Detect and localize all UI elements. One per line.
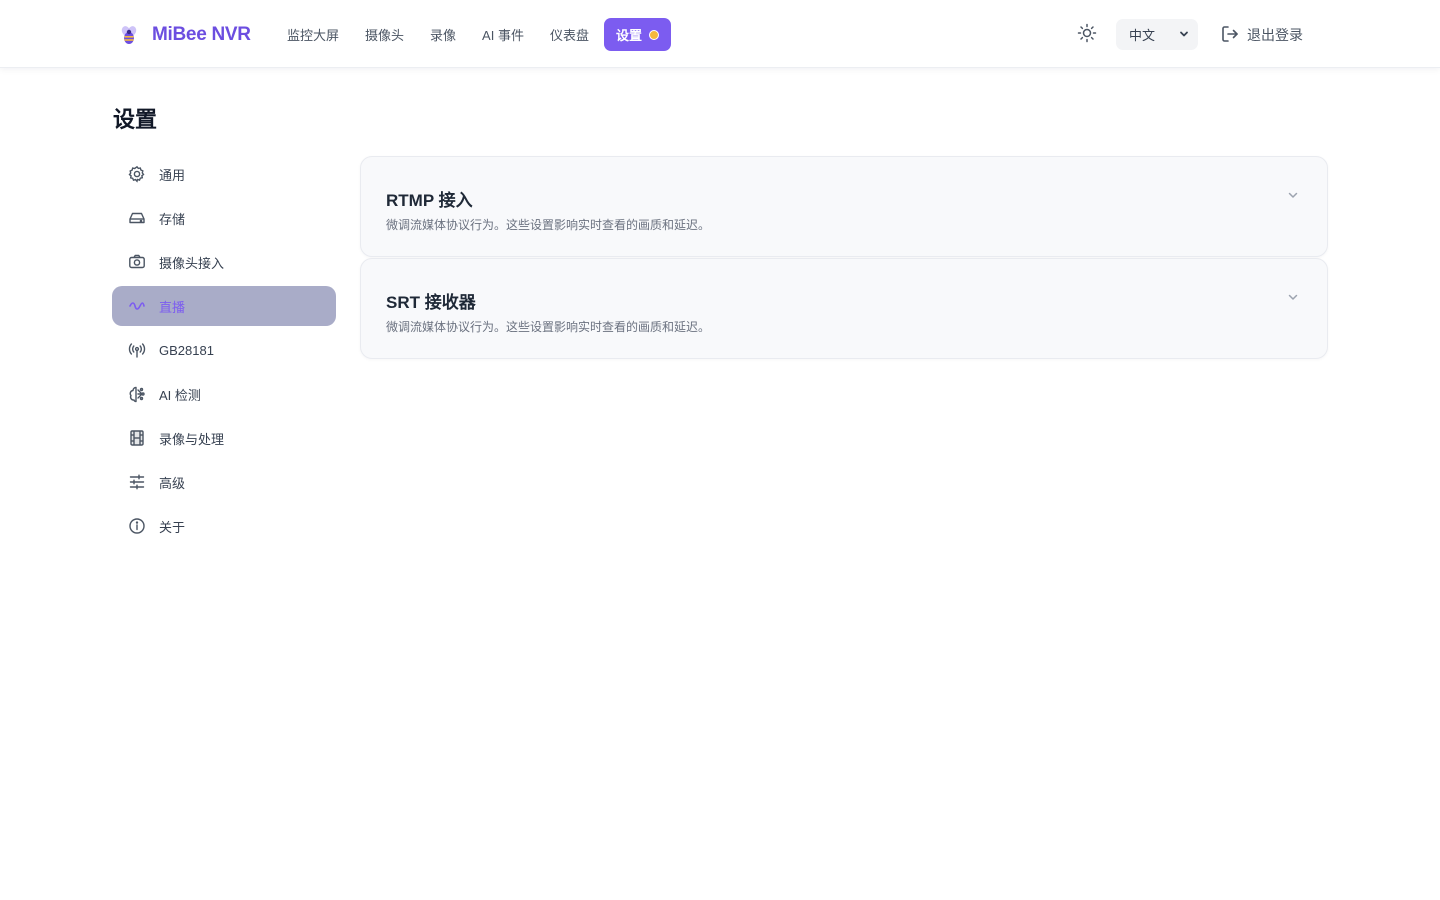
- logout-label: 退出登录: [1247, 27, 1303, 43]
- camera-icon: [127, 252, 147, 272]
- panel-title: SRT 接收器: [386, 293, 476, 312]
- nav-item-label: 仪表盘: [549, 28, 589, 43]
- panel-description: 微调流媒体协议行为。这些设置影响实时查看的画质和延迟。: [386, 218, 711, 232]
- nav-item-label: 录像: [430, 28, 457, 43]
- film-icon: [127, 428, 147, 448]
- chevron-down-icon: [1179, 27, 1189, 42]
- sidebar-item-label: 摄像头接入: [159, 255, 225, 271]
- nav-item-dashboard[interactable]: 仪表盘: [539, 18, 600, 51]
- bee-logo-icon: [116, 22, 142, 48]
- nav-item-label: 摄像头: [365, 28, 405, 43]
- logout-icon: [1220, 24, 1240, 47]
- logout-button[interactable]: 退出登录: [1220, 20, 1303, 50]
- hard-drive-icon: [127, 208, 147, 228]
- rtmp-ingest-panel[interactable]: RTMP 接入 微调流媒体协议行为。这些设置影响实时查看的画质和延迟。: [360, 156, 1328, 257]
- ai-brain-icon: [127, 384, 147, 404]
- top-navbar: MiBee NVR 监控大屏 摄像头 录像 AI 事件 仪表盘 设置 中文 退出…: [0, 0, 1440, 68]
- nav-item-settings[interactable]: 设置: [603, 18, 671, 51]
- sidebar-item-ai-detection[interactable]: AI 检测: [112, 374, 336, 414]
- main-nav: 监控大屏 摄像头 录像 AI 事件 仪表盘 设置: [276, 18, 671, 51]
- nav-item-label: 设置: [615, 28, 642, 43]
- settings-sidebar: 通用 存储 摄像头接入 直播 GB28181 AI 检测 录像与处理 高级 关于: [112, 154, 336, 550]
- panel-description: 微调流媒体协议行为。这些设置影响实时查看的画质和延迟。: [386, 320, 711, 334]
- nav-item-label: 监控大屏: [287, 28, 340, 43]
- sidebar-item-label: 存储: [159, 211, 186, 227]
- language-select[interactable]: 中文: [1116, 19, 1198, 50]
- sidebar-item-label: 录像与处理: [159, 431, 225, 447]
- theme-toggle-button[interactable]: [1074, 22, 1100, 48]
- sidebar-item-streaming[interactable]: 直播: [112, 286, 336, 326]
- srt-receiver-panel[interactable]: SRT 接收器 微调流媒体协议行为。这些设置影响实时查看的画质和延迟。: [360, 258, 1328, 359]
- page-title: 设置: [113, 107, 158, 132]
- sidebar-item-camera-access[interactable]: 摄像头接入: [112, 242, 336, 282]
- notification-dot: [648, 29, 659, 40]
- brand-name: MiBee NVR: [152, 24, 251, 45]
- sun-icon: [1077, 23, 1097, 48]
- language-select-value: 中文: [1129, 28, 1156, 43]
- sidebar-item-label: 通用: [159, 167, 186, 183]
- sidebar-item-gb28181[interactable]: GB28181: [112, 330, 336, 370]
- panel-title: RTMP 接入: [386, 191, 473, 210]
- sidebar-item-recording-processing[interactable]: 录像与处理: [112, 418, 336, 458]
- sidebar-item-label: 直播: [159, 299, 186, 315]
- sidebar-item-label: 关于: [159, 519, 186, 535]
- radio-tower-icon: [127, 340, 147, 360]
- sidebar-item-advanced[interactable]: 高级: [112, 462, 336, 502]
- nav-item-cameras[interactable]: 摄像头: [354, 18, 415, 51]
- sliders-icon: [127, 472, 147, 492]
- info-icon: [127, 516, 147, 536]
- sidebar-item-storage[interactable]: 存储: [112, 198, 336, 238]
- sidebar-item-label: AI 检测: [159, 387, 201, 403]
- brand[interactable]: MiBee NVR: [116, 20, 251, 50]
- stream-icon: [127, 296, 147, 316]
- sidebar-item-label: 高级: [159, 475, 186, 491]
- sidebar-item-label: GB28181: [159, 342, 214, 358]
- nav-item-ai-events[interactable]: AI 事件: [471, 18, 535, 51]
- nav-item-recordings[interactable]: 录像: [419, 18, 467, 51]
- gear-icon: [127, 164, 147, 184]
- sidebar-item-general[interactable]: 通用: [112, 154, 336, 194]
- chevron-down-icon[interactable]: [1285, 289, 1301, 305]
- chevron-down-icon[interactable]: [1285, 187, 1301, 203]
- sidebar-item-about[interactable]: 关于: [112, 506, 336, 546]
- nav-item-label: AI 事件: [482, 28, 524, 43]
- nav-item-monitor-wall[interactable]: 监控大屏: [276, 18, 350, 51]
- settings-content: RTMP 接入 微调流媒体协议行为。这些设置影响实时查看的画质和延迟。 SRT …: [360, 156, 1328, 360]
